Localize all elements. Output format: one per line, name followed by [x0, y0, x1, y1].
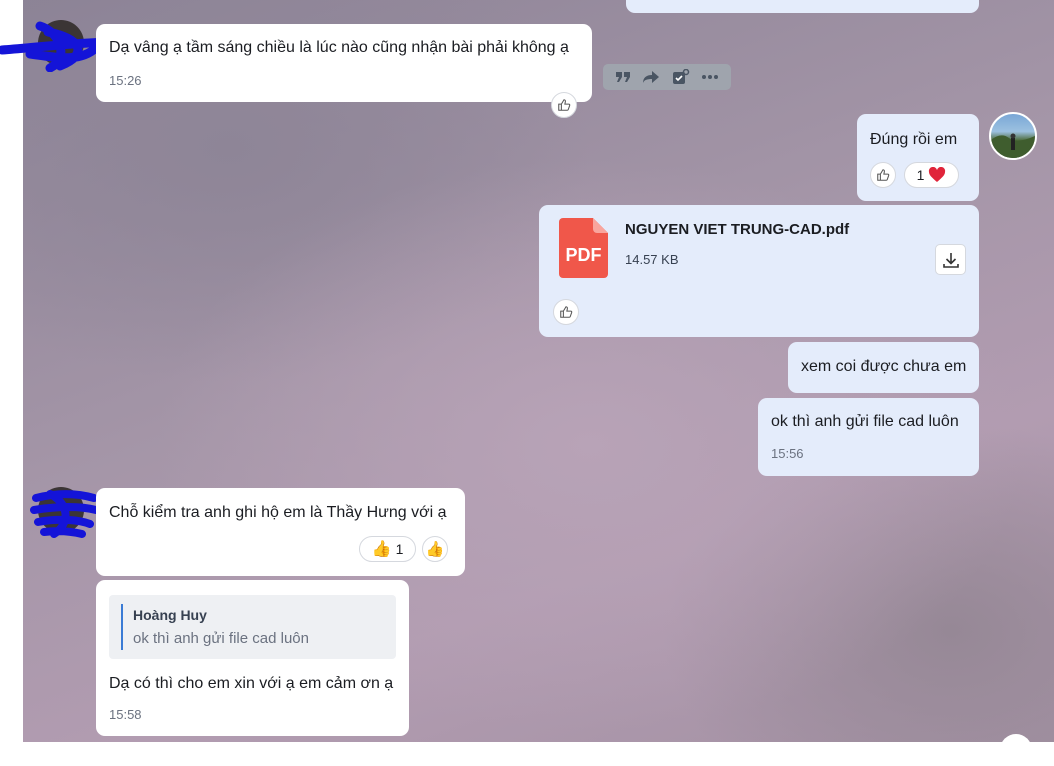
- message-time: 15:58: [109, 707, 142, 722]
- message-bubble[interactable]: Dạ vâng ạ tầm sáng chiều là lúc nào cũng…: [96, 24, 592, 102]
- file-size: 14.57 KB: [625, 252, 679, 267]
- reaction-count: 1: [916, 167, 925, 183]
- message-text: Chỗ kiểm tra anh ghi hộ em là Thầy Hưng …: [109, 504, 447, 521]
- pdf-label: PDF: [565, 245, 602, 265]
- avatar-photo: [991, 133, 1035, 158]
- thumbs-up-emoji: 👍: [425, 541, 445, 558]
- reaction-pill[interactable]: 👍 1: [359, 536, 416, 562]
- reply-quote[interactable]: Hoàng Huy ok thì anh gửi file cad luôn: [109, 595, 396, 659]
- scroll-down-button[interactable]: [1000, 734, 1032, 766]
- my-avatar[interactable]: [989, 112, 1037, 160]
- message-bubble[interactable]: Hoàng Huy ok thì anh gửi file cad luôn D…: [96, 580, 409, 736]
- message-bubble-partial: [626, 0, 979, 13]
- file-message-bubble[interactable]: PDF NGUYEN VIET TRUNG-CAD.pdf 14.57 KB: [539, 205, 979, 337]
- redaction-scribble: [30, 490, 100, 538]
- download-button[interactable]: [935, 244, 966, 275]
- message-text: Đúng rồi em: [870, 131, 958, 148]
- more-icon[interactable]: [701, 74, 719, 80]
- react-button[interactable]: [870, 162, 896, 188]
- message-text: xem coi được chưa em: [801, 358, 967, 375]
- react-button[interactable]: [551, 92, 577, 118]
- quote-author: Hoàng Huy: [133, 607, 207, 623]
- message-text: Dạ vâng ạ tầm sáng chiều là lúc nào cũng…: [109, 39, 569, 56]
- thumbs-up-outline-icon: [877, 169, 890, 181]
- quote-text: ok thì anh gửi file cad luôn: [133, 630, 309, 647]
- react-button[interactable]: 👍: [422, 536, 448, 562]
- react-button[interactable]: [553, 299, 579, 325]
- message-text: Dạ có thì cho em xin với ạ em cảm ơn ạ: [109, 675, 394, 692]
- thumbs-up-outline-icon: [560, 306, 573, 318]
- download-icon: [942, 252, 959, 268]
- file-name[interactable]: NGUYEN VIET TRUNG-CAD.pdf: [625, 221, 849, 238]
- thumbs-up-emoji: 👍: [371, 541, 392, 558]
- pdf-file-icon: PDF: [559, 218, 608, 278]
- quote-icon[interactable]: [615, 70, 631, 84]
- reaction-pill[interactable]: 1: [904, 162, 959, 188]
- message-time: 15:26: [109, 73, 142, 88]
- message-bubble[interactable]: ok thì anh gửi file cad luôn 15:56: [758, 398, 979, 476]
- task-icon[interactable]: [672, 69, 690, 85]
- thumbs-up-outline-icon: [558, 99, 571, 111]
- message-action-toolbar: [603, 64, 731, 90]
- reaction-count: 1: [395, 541, 404, 557]
- quote-bar: [121, 604, 123, 650]
- message-time: 15:56: [771, 446, 804, 461]
- message-text: ok thì anh gửi file cad luôn: [771, 413, 959, 430]
- message-bubble[interactable]: Chỗ kiểm tra anh ghi hộ em là Thầy Hưng …: [96, 488, 465, 576]
- heart-icon: [929, 167, 946, 182]
- message-bubble[interactable]: xem coi được chưa em: [788, 342, 979, 393]
- forward-icon[interactable]: [642, 70, 660, 84]
